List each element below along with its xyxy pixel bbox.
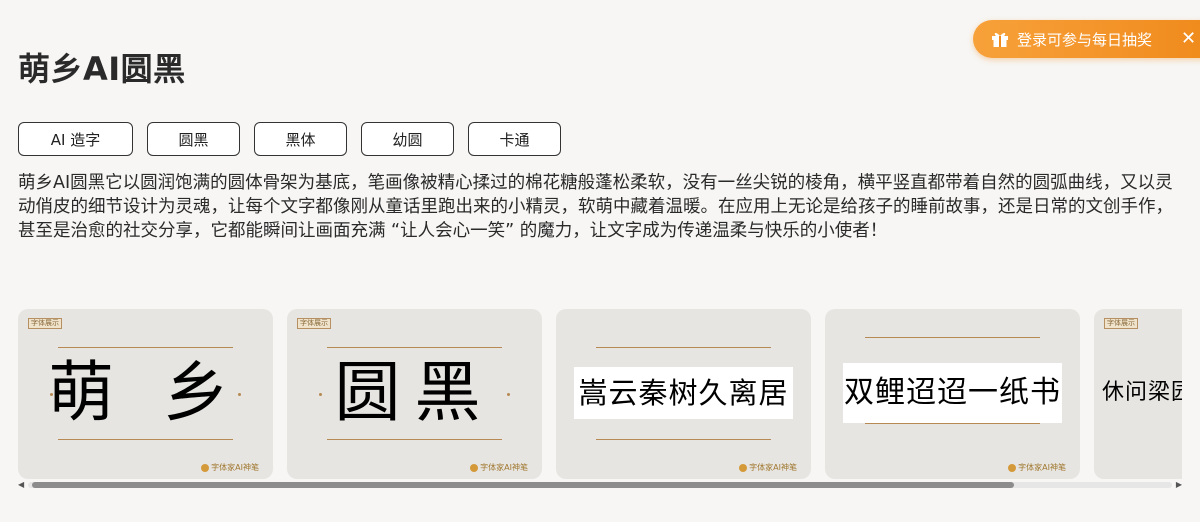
divider <box>327 439 502 440</box>
scrollbar-thumb[interactable] <box>32 482 1014 488</box>
gift-icon <box>989 28 1011 50</box>
card-badge: 字体展示 <box>28 318 62 329</box>
tag-katong[interactable]: 卡通 <box>468 122 561 156</box>
card-badge: 字体展示 <box>1104 318 1138 329</box>
tag-list: AI 造字 圆黑 黑体 幼圆 卡通 <box>18 122 561 156</box>
login-lottery-banner[interactable]: 登录可参与每日抽奖 ✕ <box>973 20 1200 58</box>
divider <box>596 439 771 440</box>
sample-gallery[interactable]: 字体展示 萌 乡 字体家AI神笔 字体展示 圆黑 字体家AI神笔 嵩云秦树久离居… <box>18 309 1182 479</box>
tag-heiti[interactable]: 黑体 <box>254 122 347 156</box>
sample-text: 圆黑 <box>334 354 495 431</box>
divider <box>865 423 1040 424</box>
divider <box>596 347 771 348</box>
promo-text: 登录可参与每日抽奖 <box>1017 30 1153 49</box>
page-title: 萌乡AI圆黑 <box>18 50 186 88</box>
close-icon[interactable]: ✕ <box>1181 28 1196 50</box>
brand-text: 字体家AI神笔 <box>749 463 797 472</box>
sample-card[interactable]: 字体展示 萌 乡 字体家AI神笔 <box>18 309 273 479</box>
brand-mark: 字体家AI神笔 <box>739 462 797 473</box>
brand-text: 字体家AI神笔 <box>1018 463 1066 472</box>
sample-card[interactable]: 字体展示 休问梁园旧 <box>1094 309 1182 479</box>
scroll-right-icon[interactable]: ▶ <box>1176 480 1182 490</box>
brand-logo-icon <box>1008 463 1017 472</box>
tag-ai-zaozi[interactable]: AI 造字 <box>18 122 133 156</box>
tag-youyuan[interactable]: 幼圆 <box>361 122 454 156</box>
scroll-left-icon[interactable]: ◀ <box>18 480 24 490</box>
brand-logo-icon <box>470 463 479 472</box>
brand-logo-icon <box>739 463 748 472</box>
divider <box>58 347 233 348</box>
divider <box>58 439 233 440</box>
brand-text: 字体家AI神笔 <box>211 463 259 472</box>
gallery-scrollbar[interactable]: ◀ ▶ <box>18 480 1182 490</box>
sample-text: 嵩云秦树久离居 <box>574 367 793 419</box>
card-badge: 字体展示 <box>297 318 331 329</box>
brand-logo-icon <box>201 463 210 472</box>
sample-card[interactable]: 嵩云秦树久离居 字体家AI神笔 <box>556 309 811 479</box>
tag-yuanhei[interactable]: 圆黑 <box>147 122 240 156</box>
sample-card[interactable]: 字体展示 圆黑 字体家AI神笔 <box>287 309 542 479</box>
brand-mark: 字体家AI神笔 <box>201 462 259 473</box>
brand-mark: 字体家AI神笔 <box>470 462 528 473</box>
sample-text: 双鲤迢迢一纸书 <box>843 363 1062 423</box>
sample-card[interactable]: 双鲤迢迢一纸书 字体家AI神笔 <box>825 309 1080 479</box>
font-description: 萌乡AI圆黑它以圆润饱满的圆体骨架为基底，笔画像被精心揉过的棉花糖般蓬松柔软，没… <box>18 173 1173 241</box>
divider <box>327 347 502 348</box>
divider <box>865 337 1040 338</box>
sample-text: 萌 乡 <box>48 354 243 431</box>
brand-mark: 字体家AI神笔 <box>1008 462 1066 473</box>
brand-text: 字体家AI神笔 <box>480 463 528 472</box>
sample-text: 休问梁园旧 <box>1102 380 1182 405</box>
